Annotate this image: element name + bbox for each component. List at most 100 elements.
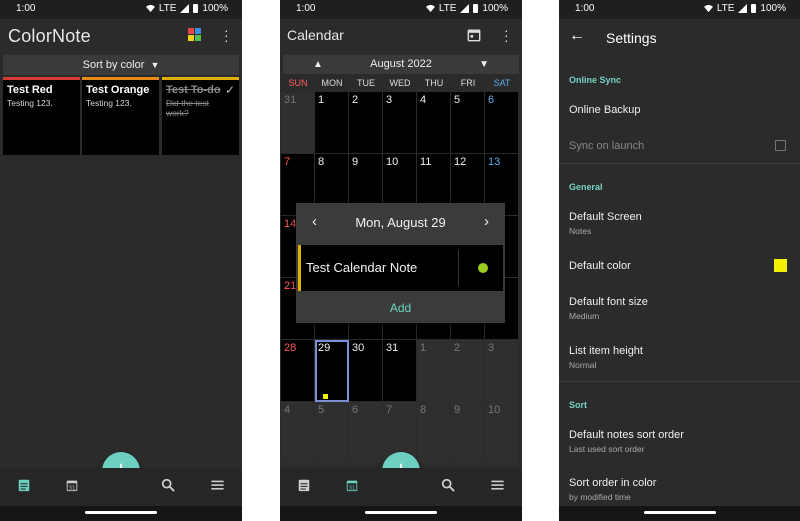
list-item-height-item[interactable]: List item height xyxy=(569,345,643,357)
calendar-day-cell[interactable]: 4 xyxy=(417,92,451,154)
settings-screen: 1:00 LTE 100% ← Settings Online Sync Onl… xyxy=(559,0,800,521)
note-marker xyxy=(323,394,328,399)
calendar-day-cell[interactable]: 4 xyxy=(281,402,315,464)
more-options-icon[interactable]: · · · xyxy=(224,23,229,47)
calendar-day-cell[interactable]: 3 xyxy=(383,92,417,154)
battery-icon xyxy=(473,4,479,13)
list-item-height-value: Normal xyxy=(569,360,597,370)
prev-month-icon[interactable]: ▲ xyxy=(313,55,323,74)
status-time: 1:00 xyxy=(16,3,36,14)
back-arrow-icon[interactable]: ← xyxy=(569,27,585,45)
note-title: Test Calendar Note xyxy=(306,260,418,275)
network-label: LTE xyxy=(716,3,735,14)
status-bar: 1:00 LTE 100% xyxy=(0,0,242,19)
calendar-day-cell[interactable]: 9 xyxy=(451,402,485,464)
notes-tab-icon[interactable] xyxy=(296,478,312,494)
status-time: 1:00 xyxy=(296,3,316,14)
search-icon[interactable] xyxy=(160,478,176,494)
section-online-sync: Online Sync xyxy=(569,75,622,85)
wifi-icon xyxy=(425,4,435,13)
sort-by-color-dropdown[interactable]: Sort by color ▼ xyxy=(3,55,239,75)
today-calendar-icon[interactable] xyxy=(467,28,481,47)
sync-on-launch-checkbox xyxy=(775,140,786,151)
sort-in-color-item[interactable]: Sort order in color xyxy=(569,477,656,489)
calendar-note-item[interactable]: Test Calendar Note xyxy=(298,245,503,291)
weekday-label: FRI xyxy=(460,78,476,88)
status-bar: 1:00 LTE 100% xyxy=(280,0,522,19)
default-font-size-item[interactable]: Default font size xyxy=(569,296,648,308)
gesture-bar xyxy=(559,506,800,521)
calendar-day-cell[interactable]: 2 xyxy=(451,340,485,402)
default-color-item[interactable]: Default color xyxy=(569,260,631,272)
month-selector: ▲ August 2022 ▼ xyxy=(283,55,519,74)
network-label: LTE xyxy=(438,3,457,14)
wifi-icon xyxy=(703,4,713,13)
note-title: Test Orange xyxy=(86,84,150,96)
battery-icon xyxy=(751,4,757,13)
weekday-label: THU xyxy=(424,78,444,88)
calendar-day-cell[interactable]: 10 xyxy=(485,402,519,464)
app-bar: Calendar · · · xyxy=(280,19,522,53)
next-day-icon[interactable]: › xyxy=(484,214,489,229)
search-icon[interactable] xyxy=(440,478,456,494)
section-general: General xyxy=(569,182,603,192)
calendar-day-cell[interactable]: 2 xyxy=(349,92,383,154)
gesture-bar xyxy=(280,506,522,521)
prev-day-icon[interactable]: ‹ xyxy=(312,214,317,229)
signal-icon xyxy=(738,4,748,13)
default-color-swatch[interactable] xyxy=(774,259,787,272)
calendar-day-cell[interactable]: 30 xyxy=(349,340,383,402)
calendar-tab-icon[interactable]: 31 xyxy=(344,478,360,494)
calendar-day-cell[interactable]: 3 xyxy=(485,340,519,402)
menu-icon[interactable] xyxy=(209,478,225,494)
default-sort-item[interactable]: Default notes sort order xyxy=(569,429,684,441)
note-body: Testing 123. xyxy=(7,98,53,108)
battery-icon xyxy=(193,4,199,13)
status-time: 1:00 xyxy=(575,3,595,14)
weekday-label: WED xyxy=(389,78,411,88)
calendar-day-cell[interactable]: 29 xyxy=(315,340,349,402)
page-title: Settings xyxy=(606,30,657,46)
day-notes-dialog: Mon, August 29 ‹ › Test Calendar Note Ad… xyxy=(296,203,505,323)
note-card-todo[interactable]: Test To-do Did the test work? ✓ xyxy=(162,77,239,155)
calendar-day-cell[interactable]: 31 xyxy=(383,340,417,402)
app-bar: ← Settings xyxy=(559,19,800,53)
sort-label: Sort by color xyxy=(82,59,145,71)
calendar-day-cell[interactable]: 28 xyxy=(281,340,315,402)
sync-on-launch-item: Sync on launch xyxy=(569,140,645,152)
note-card-red[interactable]: Test Red Testing 123. xyxy=(3,77,80,155)
calendar-day-cell[interactable]: 1 xyxy=(315,92,349,154)
note-body: Testing 123. xyxy=(86,98,132,108)
default-sort-value: Last used sort order xyxy=(569,444,645,454)
calendar-day-cell[interactable]: 1 xyxy=(417,340,451,402)
next-month-icon[interactable]: ▼ xyxy=(479,55,489,74)
calendar-tab-icon[interactable]: 31 xyxy=(64,478,80,494)
battery-label: 100% xyxy=(760,3,786,14)
note-card-orange[interactable]: Test Orange Testing 123. xyxy=(82,77,159,155)
section-sort: Sort xyxy=(569,400,587,410)
add-button[interactable]: Add xyxy=(296,293,505,323)
gesture-bar xyxy=(0,506,242,521)
signal-icon xyxy=(180,4,190,13)
note-status-dot xyxy=(478,263,488,273)
battery-label: 100% xyxy=(202,3,228,14)
color-filter-icon[interactable] xyxy=(188,28,201,41)
notes-tab-icon[interactable] xyxy=(16,478,32,494)
page-title: Calendar xyxy=(287,27,344,43)
more-options-icon[interactable]: · · · xyxy=(504,23,509,47)
note-body: Did the test work? xyxy=(166,98,209,118)
calendar-day-cell[interactable]: 6 xyxy=(349,402,383,464)
default-font-size-value: Medium xyxy=(569,311,600,321)
calendar-day-cell[interactable]: 31 xyxy=(281,92,315,154)
month-label: August 2022 xyxy=(370,58,432,70)
calendar-day-cell[interactable]: 8 xyxy=(417,402,451,464)
online-backup-item[interactable]: Online Backup xyxy=(569,104,641,116)
calendar-day-cell[interactable]: 5 xyxy=(451,92,485,154)
default-screen-item[interactable]: Default Screen xyxy=(569,211,642,223)
network-label: LTE xyxy=(158,3,177,14)
calendar-day-cell[interactable]: 6 xyxy=(485,92,519,154)
checkmark-icon: ✓ xyxy=(224,83,235,97)
menu-icon[interactable] xyxy=(489,478,505,494)
default-screen-value: Notes xyxy=(569,226,592,236)
calendar-day-cell[interactable]: 5 xyxy=(315,402,349,464)
